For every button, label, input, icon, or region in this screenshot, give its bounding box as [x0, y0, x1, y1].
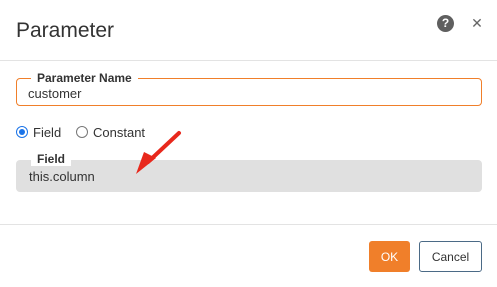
- constant-radio-button[interactable]: [76, 126, 88, 138]
- help-icon[interactable]: ?: [437, 15, 454, 32]
- parameter-name-input[interactable]: [28, 85, 468, 101]
- red-arrow-icon: [136, 131, 181, 174]
- field-radio[interactable]: Field: [16, 124, 62, 140]
- field-radio-label: Field: [33, 124, 62, 140]
- header-divider: [0, 60, 497, 61]
- field-label: Field: [31, 152, 72, 166]
- parameter-dialog: Parameter ? ✕ Parameter Name Field Const…: [0, 0, 497, 287]
- footer-divider: [0, 224, 497, 225]
- cancel-button[interactable]: Cancel: [419, 241, 482, 272]
- close-icon[interactable]: ✕: [470, 13, 484, 33]
- ok-button[interactable]: OK: [369, 241, 410, 272]
- parameter-name-label: Parameter Name: [31, 71, 138, 85]
- field-radio-button[interactable]: [16, 126, 28, 138]
- field-value: this.column: [29, 169, 95, 184]
- dialog-title: Parameter: [16, 19, 115, 42]
